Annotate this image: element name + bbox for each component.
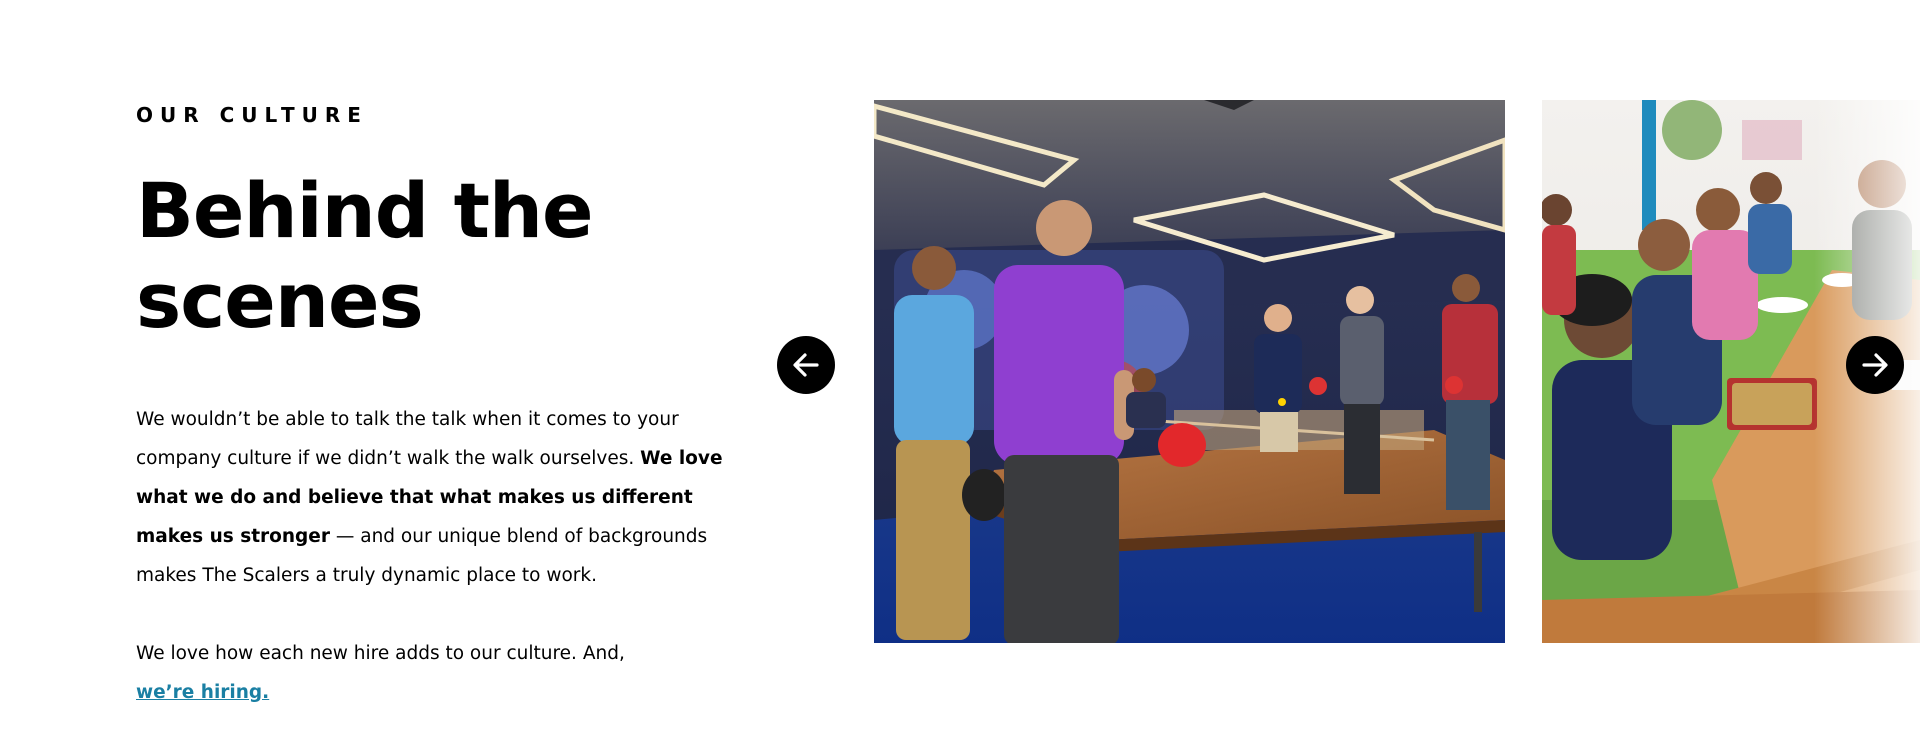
culture-carousel[interactable] [874,100,1920,643]
culture-text-column: OUR CULTURE Behind the scenes We wouldn’… [136,100,736,712]
section-eyebrow: OUR CULTURE [136,103,368,127]
carousel-next-button[interactable] [1846,336,1904,394]
paragraph-1-intro: We wouldn’t be able to talk the talk whe… [136,409,679,469]
culture-section: OUR CULTURE Behind the scenes We wouldn’… [0,0,1920,737]
section-title: Behind the scenes [136,166,736,346]
office-ping-pong-photo [874,100,1505,643]
paragraph-2-text: We love how each new hire adds to our cu… [136,643,625,664]
culture-paragraph-2: We love how each new hire adds to our cu… [136,634,736,712]
section-title-line-2: scenes [136,256,424,345]
arrow-left-icon [793,353,819,377]
arrow-right-icon [1862,353,1888,377]
carousel-slide-1 [874,100,1505,643]
section-title-line-1: Behind the [136,166,594,255]
culture-paragraph-1: We wouldn’t be able to talk the talk whe… [136,400,736,595]
hiring-link[interactable]: we’re hiring. [136,682,269,703]
carousel-prev-button[interactable] [777,336,835,394]
